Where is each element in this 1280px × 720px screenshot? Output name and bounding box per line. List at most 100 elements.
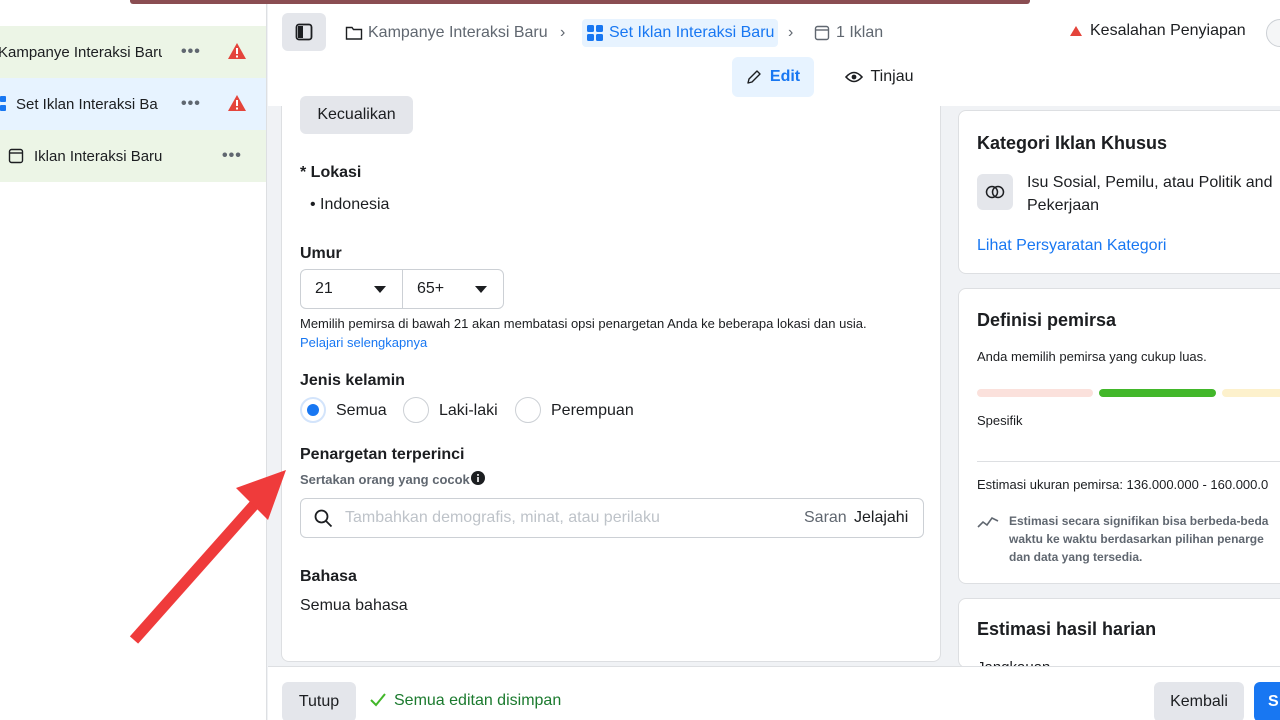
age-range-selector: 21 65+ [300,269,504,309]
trend-line-icon [977,516,999,528]
search-placeholder: Tambahkan demografis, minat, atau perila… [345,509,660,526]
detailed-targeting-label: Penargetan terperinci [300,446,465,463]
audience-meter-defined [1099,389,1216,397]
audience-size-estimate: Estimasi ukuran pemirsa: 136.000.000 - 1… [977,477,1269,492]
eye-icon [844,71,863,83]
age-note: Memilih pemirsa di bawah 21 akan membata… [300,316,867,331]
audience-meter-specific [977,389,1093,397]
detailed-targeting-sub: Sertakan orang yang cocok [300,472,470,487]
gender-radio-male[interactable] [403,397,429,423]
location-label: * Lokasi [300,164,362,181]
gender-radio-all[interactable] [300,397,326,423]
sidebar-item-label: Iklan Interaksi Baru [34,147,163,165]
daily-results-card: Estimasi hasil harian Jangkauan [958,598,1280,668]
back-label: Kembali [1170,693,1228,710]
exclude-button[interactable]: Kecualikan [300,96,413,134]
editor-header: Kampanye Interaksi Baru › Set Iklan Inte… [268,4,1280,106]
checkmark-icon [370,693,386,707]
close-button[interactable]: Tutup [282,682,356,720]
gender-option-label: Laki-laki [439,402,498,419]
age-max-select[interactable]: 65+ [402,270,503,308]
location-value: • Indonesia [310,196,390,213]
language-label: Bahasa [300,568,357,585]
special-category-text: Isu Sosial, Pemilu, atau Politik and [1027,174,1273,191]
breadcrumb-ad[interactable]: 1 Iklan [814,19,883,47]
age-max-value: 65+ [417,280,445,297]
pencil-icon [747,70,761,84]
breadcrumb-adset[interactable]: Set Iklan Interaksi Baru [582,19,779,47]
gender-radio-female[interactable] [515,397,541,423]
audience-meter-broad [1222,389,1280,397]
back-button[interactable]: Kembali [1154,682,1244,720]
sidebar-item-adset[interactable]: Set Iklan Interaksi Baru ••• [0,78,266,130]
search-icon [314,509,333,528]
audience-definition-title: Definisi pemirsa [977,310,1117,330]
primary-label: S [1268,693,1279,710]
overlap-circles-icon [977,174,1013,210]
review-label: Tinjau [870,68,914,85]
audience-breadth-text: Anda memilih pemirsa yang cukup luas. [977,349,1207,364]
review-mode-button[interactable]: Tinjau [834,57,924,97]
estimate-note-2: waktu ke waktu berdasarkan pilihan penar… [1009,532,1264,546]
sidebar-item-campaign[interactable]: Kampanye Interaksi Baru ••• [0,26,266,78]
age-label: Umur [300,245,342,262]
more-options-icon[interactable]: ••• [181,95,201,113]
dropdown-caret-icon [374,286,386,293]
sidebar-item-label: Set Iklan Interaksi Baru [16,95,158,113]
divider [977,461,1280,462]
warning-triangle-icon [1070,26,1082,36]
warning-icon [228,43,246,59]
setup-error-status[interactable]: Kesalahan Penyiapan [1070,22,1246,40]
breadcrumb-label: Set Iklan Interaksi Baru [609,24,775,41]
sidebar-panel-icon [295,23,313,41]
editor-footer: Tutup Semua editan disimpan Kembali S [268,666,1280,720]
breadcrumb-label: Kampanye Interaksi Baru [368,24,548,41]
ad-icon [8,148,24,164]
view-toggle[interactable] [1266,19,1280,47]
breadcrumb-campaign[interactable]: Kampanye Interaksi Baru [345,19,548,47]
browse-link[interactable]: Jelajahi [854,509,908,527]
folder-icon [345,26,363,40]
info-icon[interactable] [471,471,485,485]
category-requirements-link[interactable]: Lihat Persyaratan Kategori [977,237,1166,255]
toggle-sidebar-button[interactable] [282,13,326,51]
close-label: Tutup [298,693,340,710]
saved-status: Semua editan disimpan [394,692,562,709]
ad-icon [814,25,830,41]
detailed-targeting-search[interactable]: Tambahkan demografis, minat, atau perila… [300,498,924,538]
primary-action-button[interactable]: S [1254,682,1280,720]
chevron-right-icon: › [560,24,566,41]
sidebar-item-ad[interactable]: Iklan Interaksi Baru ••• [0,130,266,182]
language-value: Semua bahasa [300,597,408,614]
special-ad-category-card: Kategori Iklan Khusus Isu Sosial, Pemilu… [958,110,1280,274]
more-options-icon[interactable]: ••• [181,43,201,61]
special-category-text-2: Pekerjaan [1027,197,1100,214]
breadcrumb-label: 1 Iklan [836,24,884,41]
warning-icon [228,95,246,111]
age-min-select[interactable]: 21 [301,270,402,308]
chevron-right-icon: › [788,24,794,41]
edit-label: Edit [769,68,801,85]
adset-icon-part [0,105,6,111]
learn-more-link[interactable]: Pelajari selengkapnya [300,335,427,350]
dropdown-caret-icon [475,286,487,293]
suggestions-link[interactable]: Saran [804,509,847,527]
gender-label: Jenis kelamin [300,372,405,389]
estimate-note-3: dan data yang tersedia. [1009,550,1143,564]
campaign-tree-sidebar: Kampanye Interaksi Baru ••• Set Iklan In… [0,4,267,720]
gender-option-label: Perempuan [551,402,634,419]
edit-mode-button[interactable]: Edit [732,57,814,97]
audience-form-card: Kecualikan * Lokasi • Indonesia Umur 21 … [281,96,941,662]
setup-error-label: Kesalahan Penyiapan [1090,22,1246,39]
audience-scale-label: Spesifik [977,413,1023,428]
daily-results-title: Estimasi hasil harian [977,619,1157,639]
sidebar-item-label: Kampanye Interaksi Baru [0,43,162,61]
special-category-title: Kategori Iklan Khusus [977,133,1168,153]
more-options-icon[interactable]: ••• [222,147,242,165]
exclude-label: Kecualikan [317,106,396,123]
age-min-value: 21 [315,280,333,297]
audience-definition-card: Definisi pemirsa Anda memilih pemirsa ya… [958,288,1280,584]
gender-option-label: Semua [336,402,387,419]
adset-icon [0,96,6,102]
estimate-note: Estimasi secara signifikan bisa berbeda-… [1009,514,1269,528]
